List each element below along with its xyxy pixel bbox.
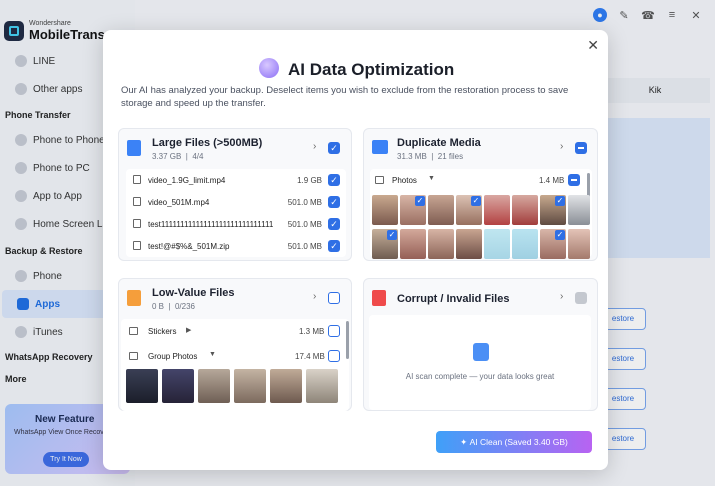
ai-optimization-dialog: ✕ AI Data Optimization Our AI has analyz… — [103, 30, 608, 470]
group-label: Stickers — [148, 327, 177, 336]
panel-title: Low-Value Files — [152, 287, 235, 299]
group-size: 1.3 MB — [299, 327, 325, 336]
large-files-checkbox[interactable]: ✓ — [328, 142, 340, 154]
chevron-right-icon[interactable]: › — [313, 291, 316, 302]
file-size: 501.0 MB — [287, 242, 322, 251]
scrollbar[interactable] — [346, 321, 349, 359]
file-icon — [133, 241, 141, 250]
photo-thumbnail[interactable] — [306, 369, 338, 403]
group-label: Group Photos — [148, 352, 198, 361]
photo-thumbnail[interactable] — [568, 195, 590, 225]
group-checkbox[interactable] — [328, 325, 340, 337]
group-size: 1.4 MB — [539, 176, 565, 185]
panel-meta: 3.37 GB | 4/4 — [152, 152, 204, 161]
empty-state-message: AI scan complete — your data looks great — [405, 372, 555, 381]
photo-thumbnail[interactable] — [512, 195, 538, 225]
row-checkbox[interactable]: ✓ — [328, 240, 340, 252]
chevron-right-icon[interactable]: › — [560, 141, 563, 152]
large-files-list: video_1.9G_limit.mp4 1.9 GB ✓ video_501M.m… — [126, 169, 346, 257]
ai-icon — [259, 58, 279, 78]
video-file-icon — [133, 197, 141, 206]
sticker-icon — [129, 327, 138, 335]
chevron-right-icon[interactable]: › — [313, 141, 316, 152]
file-icon — [127, 140, 141, 156]
large-files-panel: Large Files (>500MB) 3.37 GB | 4/4 › ✓ v… — [118, 128, 352, 261]
panel-title: Corrupt / Invalid Files — [397, 293, 510, 305]
panel-meta: 0 B | 0/236 — [152, 302, 196, 311]
ai-clean-label: AI Clean (Saved 3.40 GB) — [469, 437, 568, 447]
duplicate-media-grid: Photos ▼ 1.4 MB ✓ ✓ ✓ ✓ ✓ — [370, 169, 592, 259]
photo-thumbnail[interactable]: ✓ — [372, 229, 398, 259]
photo-thumbnail[interactable] — [484, 229, 510, 259]
file-size: 501.0 MB — [287, 220, 322, 229]
file-name: test11111111111111111111111111111 — [148, 220, 274, 229]
group-checkbox[interactable] — [328, 350, 340, 362]
photo-thumbnail[interactable] — [270, 369, 302, 403]
warning-file-icon — [372, 290, 386, 306]
photo-thumbnail[interactable]: ✓ — [540, 195, 566, 225]
group-label: Photos — [392, 176, 417, 185]
file-name: video_1.9G_limit.mp4 — [148, 176, 226, 185]
photo-thumbnail[interactable] — [428, 195, 454, 225]
file-name: video_501M.mp4 — [148, 198, 210, 207]
list-item[interactable]: test11111111111111111111111111111 501.0 M… — [126, 213, 346, 235]
row-checkbox[interactable]: ✓ — [328, 196, 340, 208]
photo-thumbnail[interactable] — [512, 229, 538, 259]
photo-thumbnail[interactable] — [198, 369, 230, 403]
file-name: test!@#$%&_501M.zip — [148, 242, 230, 251]
photo-icon — [375, 176, 384, 184]
photo-thumbnail[interactable] — [456, 229, 482, 259]
sparkle-icon: ✦ — [460, 437, 470, 447]
close-icon[interactable]: ✕ — [587, 37, 599, 54]
photo-thumbnail[interactable]: ✓ — [540, 229, 566, 259]
duplicate-media-checkbox[interactable] — [575, 142, 587, 154]
file-icon — [127, 290, 141, 306]
list-item[interactable]: test!@#$%&_501M.zip 501.0 MB ✓ — [126, 235, 346, 257]
file-size: 501.0 MB — [287, 198, 322, 207]
group-size: 17.4 MB — [295, 352, 325, 361]
row-checkbox[interactable]: ✓ — [328, 174, 340, 186]
photo-thumbnail[interactable] — [162, 369, 194, 403]
photo-thumbnail[interactable] — [400, 229, 426, 259]
chevron-right-icon: › — [560, 291, 564, 302]
chevron-right-icon[interactable]: ▶ — [186, 326, 191, 334]
image-icon — [372, 140, 388, 154]
panel-title: Large Files (>500MB) — [152, 137, 263, 149]
corrupt-files-empty-state: AI scan complete — your data looks great — [369, 315, 591, 410]
low-value-list: Stickers ▶ 1.3 MB Group Photos ▼ 17.4 MB — [121, 319, 349, 411]
photo-thumbnail[interactable] — [428, 229, 454, 259]
photo-thumbnail[interactable] — [568, 229, 590, 259]
file-size: 1.9 GB — [297, 176, 322, 185]
photo-thumbnail[interactable] — [126, 369, 158, 403]
photo-thumbnail[interactable]: ✓ — [456, 195, 482, 225]
row-checkbox[interactable]: ✓ — [328, 218, 340, 230]
low-value-files-checkbox[interactable] — [328, 292, 340, 304]
photo-thumbnail[interactable] — [234, 369, 266, 403]
list-item[interactable]: video_501M.mp4 501.0 MB ✓ — [126, 191, 346, 213]
duplicate-media-panel: Duplicate Media 31.3 MB | 21 files › Pho… — [363, 128, 598, 261]
photo-thumbnail[interactable]: ✓ — [400, 195, 426, 225]
clean-document-icon — [473, 343, 489, 361]
chevron-down-icon[interactable]: ▼ — [209, 351, 216, 358]
group-checkbox[interactable] — [568, 174, 580, 186]
dialog-title: AI Data Optimization — [288, 60, 455, 79]
corrupt-files-checkbox — [575, 292, 587, 304]
list-item[interactable]: video_1.9G_limit.mp4 1.9 GB ✓ — [126, 169, 346, 191]
chevron-down-icon[interactable]: ▼ — [428, 175, 435, 182]
ai-clean-button[interactable]: ✦ AI Clean (Saved 3.40 GB) — [436, 431, 592, 453]
file-icon — [133, 219, 141, 228]
panel-title: Duplicate Media — [397, 137, 481, 149]
panel-meta: 31.3 MB | 21 files — [397, 152, 464, 161]
photo-thumbnail[interactable] — [484, 195, 510, 225]
dialog-description: Our AI has analyzed your backup. Deselec… — [121, 85, 569, 109]
photo-thumbnail[interactable] — [372, 195, 398, 225]
video-file-icon — [133, 175, 141, 184]
photo-icon — [129, 352, 138, 360]
low-value-files-panel: Low-Value Files 0 B | 0/236 › Stickers ▶… — [118, 278, 352, 411]
